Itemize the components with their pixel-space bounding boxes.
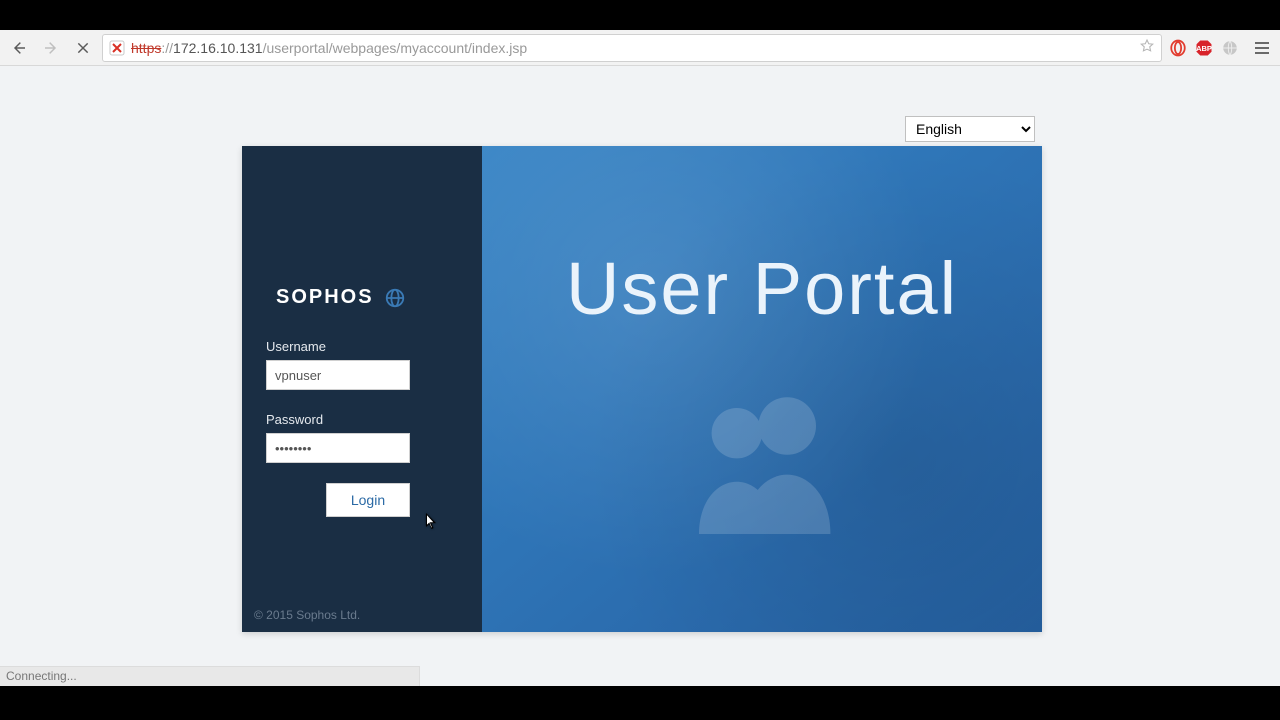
status-text: Connecting... — [6, 669, 77, 683]
login-card: SOPHOS Username Password Login © 2015 So… — [242, 146, 1042, 632]
svg-text:ABP: ABP — [1196, 44, 1212, 53]
language-select[interactable]: English — [905, 116, 1035, 142]
status-bar: Connecting... — [0, 666, 420, 686]
bookmark-star-icon[interactable] — [1139, 38, 1155, 57]
stop-button[interactable] — [70, 35, 96, 61]
login-button[interactable]: Login — [326, 483, 410, 517]
hamburger-menu-icon[interactable] — [1250, 36, 1274, 60]
address-bar[interactable]: https://172.16.10.131/userportal/webpage… — [102, 34, 1162, 62]
username-input[interactable] — [266, 360, 410, 390]
adblock-icon[interactable]: ABP — [1194, 38, 1214, 58]
brand-word: SOPHOS — [276, 286, 374, 309]
hero-title: User Portal — [482, 246, 1042, 331]
ssl-warning-icon — [109, 40, 125, 56]
globe-icon[interactable] — [1220, 38, 1240, 58]
password-label: Password — [266, 412, 458, 427]
browser-toolbar: https://172.16.10.131/userportal/webpage… — [0, 30, 1280, 66]
page-viewport: English SOPHOS Username Password Login ©… — [0, 66, 1280, 686]
back-button[interactable] — [6, 35, 32, 61]
login-panel: SOPHOS Username Password Login © 2015 So… — [242, 146, 482, 632]
hero-panel: User Portal — [482, 146, 1042, 632]
password-input[interactable] — [266, 433, 410, 463]
brand-globe-icon — [384, 287, 406, 309]
brand-logo: SOPHOS — [276, 286, 458, 309]
copyright-text: © 2015 Sophos Ltd. — [254, 608, 360, 622]
close-icon — [75, 40, 91, 56]
arrow-right-icon — [43, 40, 59, 56]
forward-button[interactable] — [38, 35, 64, 61]
opera-icon[interactable] — [1168, 38, 1188, 58]
url-text: https://172.16.10.131/userportal/webpage… — [131, 40, 527, 56]
users-silhouette-icon — [672, 387, 852, 542]
username-label: Username — [266, 339, 458, 354]
arrow-left-icon — [11, 40, 27, 56]
